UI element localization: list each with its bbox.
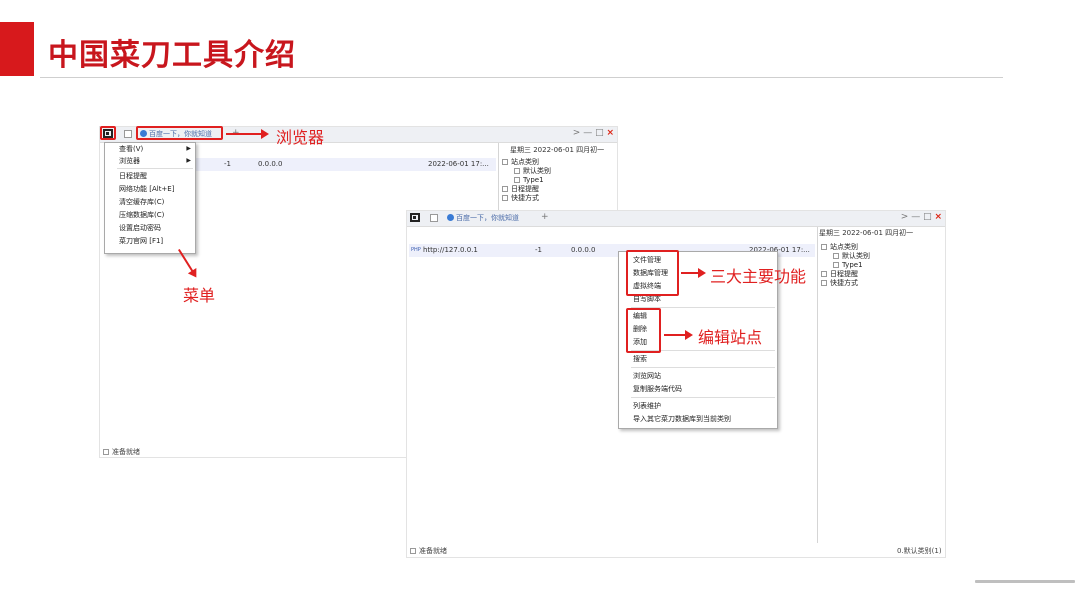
row-num: -1 (535, 246, 542, 254)
row-ip: 0.0.0.0 (258, 160, 283, 168)
arrow-browser (226, 129, 269, 139)
date-display: 星期三 2022-06-01 四月初一 (510, 146, 605, 154)
highlight-main-functions (626, 250, 679, 296)
slide-title: 中国菜刀工具介绍 (48, 38, 296, 73)
arrow-edit-site (664, 330, 693, 340)
menu-item-startup-password[interactable]: 设置启动密码 (105, 222, 195, 234)
tree-item-default[interactable]: 默认类别 (821, 252, 870, 261)
annotation-browser: 浏览器 (276, 128, 325, 147)
arrow-main-functions (681, 268, 706, 278)
tree-item-shortcuts[interactable]: 快捷方式 (502, 194, 551, 203)
highlight-edit-site (626, 308, 661, 353)
tree-item-schedule[interactable]: 日程提醒 (502, 185, 551, 194)
menu-item-view[interactable]: 查看(V) ▶ (105, 143, 195, 155)
menu-item-copy-server-code[interactable]: 复制服务端代码 (619, 383, 777, 395)
menu-item-browse-site[interactable]: 浏览网站 (619, 370, 777, 382)
category-tree: 站点类别 默认类别 Type1 日程提醒 快捷方式 (502, 158, 551, 203)
menu-item-clear-cache[interactable]: 清空缓存库(C) (105, 196, 195, 208)
date-display: 星期三 2022-06-01 四月初一 (819, 229, 914, 237)
new-tab-button[interactable]: + (541, 212, 549, 222)
browser-tab[interactable]: 百度一下，你就知道 (447, 213, 519, 224)
tree-item-default[interactable]: 默认类别 (502, 167, 551, 176)
annotation-edit-site: 编辑站点 (698, 328, 763, 347)
highlight-browser-tab (136, 126, 223, 140)
new-page-icon[interactable] (124, 130, 132, 138)
menu-item-official-site[interactable]: 菜刀官网 [F1] (105, 235, 195, 247)
menu-item-schedule[interactable]: 日程提醒 (105, 170, 195, 182)
highlight-logo (100, 126, 116, 140)
close-button[interactable]: × (934, 212, 942, 222)
row-time: 2022-06-01 17:... (428, 160, 489, 168)
tree-item-site-category[interactable]: 站点类别 (821, 243, 870, 252)
tree-item-type1[interactable]: Type1 (502, 176, 551, 185)
menu-item-import-db[interactable]: 导入其它菜刀数据库到当前类别 (619, 413, 777, 425)
row-ip: 0.0.0.0 (571, 246, 596, 254)
tree-item-site-category[interactable]: 站点类别 (502, 158, 551, 167)
menu-item-network[interactable]: 网络功能 [Alt+E] (105, 183, 195, 195)
maximize-button[interactable]: □ (923, 212, 932, 222)
title-accent-bar (0, 22, 34, 76)
new-page-icon[interactable] (430, 214, 438, 222)
status-bar: 准备就绪 (103, 447, 140, 457)
menu-item-compress-db[interactable]: 压缩数据库(C) (105, 209, 195, 221)
forward-button[interactable]: > (901, 212, 909, 222)
row-url: http://127.0.0.1 (423, 246, 478, 254)
close-button[interactable]: × (606, 128, 614, 138)
minimize-button[interactable]: — (911, 212, 920, 222)
status-category-count: 0.默认类别(1) (897, 547, 942, 555)
window-controls: > — □ × (573, 128, 614, 138)
menu-item-browser[interactable]: 浏览器 ▶ (105, 155, 195, 167)
tree-item-shortcuts[interactable]: 快捷方式 (821, 279, 870, 288)
tree-item-schedule[interactable]: 日程提醒 (821, 270, 870, 279)
annotation-main-functions: 三大主要功能 (710, 267, 807, 286)
panel-divider (817, 227, 818, 543)
forward-button[interactable]: > (573, 128, 581, 138)
menu-item-list-maintenance[interactable]: 列表维护 (619, 400, 777, 412)
status-bar: 准备就绪 (410, 546, 447, 556)
tree-item-type1[interactable]: Type1 (821, 261, 870, 270)
footer-decoration (975, 580, 1075, 583)
annotation-menu: 菜单 (183, 286, 216, 305)
category-tree: 站点类别 默认类别 Type1 日程提醒 快捷方式 (821, 243, 870, 288)
php-icon: PHP (411, 247, 421, 253)
maximize-button[interactable]: □ (595, 128, 604, 138)
app-logo-icon[interactable] (410, 213, 420, 222)
menu-item-search[interactable]: 搜索 (619, 353, 777, 365)
tab-bar: 百度一下，你就知道 + > — □ × (407, 211, 945, 227)
row-num: -1 (224, 160, 231, 168)
table-row[interactable]: -1 0.0.0.0 2022-06-01 17:... (196, 158, 496, 171)
main-menu: 查看(V) ▶ 浏览器 ▶ 日程提醒 网络功能 [Alt+E] 清空缓存库(C) 压… (104, 142, 196, 254)
ie-icon (447, 214, 454, 221)
window-controls: > — □ × (901, 212, 942, 222)
title-divider (40, 77, 1003, 78)
minimize-button[interactable]: — (583, 128, 592, 138)
